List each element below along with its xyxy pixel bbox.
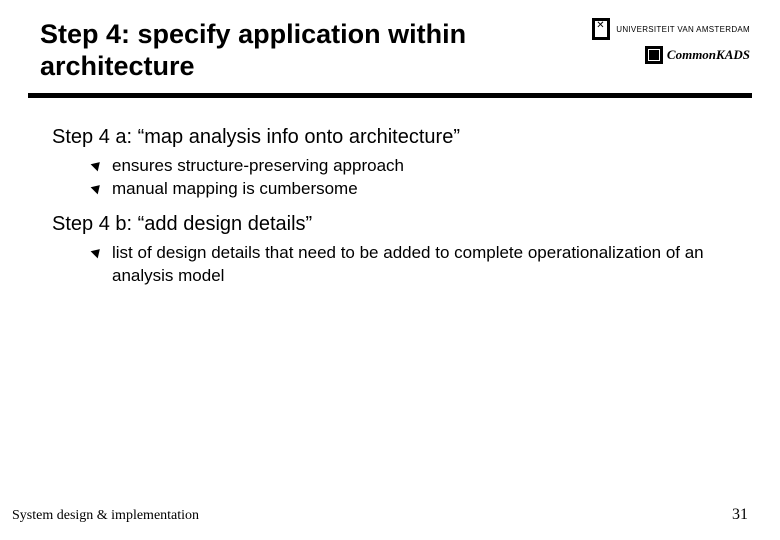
list-item: ensures structure-preserving approach xyxy=(92,155,740,178)
commonkads-icon xyxy=(645,46,663,64)
uva-shield-icon xyxy=(592,18,610,40)
commonkads-logo: CommonKADS xyxy=(560,46,750,64)
logo-block: UNIVERSITEIT VAN AMSTERDAM CommonKADS xyxy=(560,18,750,64)
slide: Step 4: specify application within archi… xyxy=(0,0,780,540)
list-item: manual mapping is cumbersome xyxy=(92,178,740,201)
page-number: 31 xyxy=(732,506,748,524)
slide-header: Step 4: specify application within archi… xyxy=(0,0,780,83)
slide-body: Step 4 a: “map analysis info onto archit… xyxy=(0,98,780,288)
slide-title: Step 4: specify application within archi… xyxy=(40,18,520,83)
step4b-heading: Step 4 b: “add design details” xyxy=(52,213,740,236)
footer-text: System design & implementation xyxy=(12,508,199,524)
uva-logo: UNIVERSITEIT VAN AMSTERDAM xyxy=(560,18,750,40)
list-item: list of design details that need to be a… xyxy=(92,242,740,288)
step4a-list: ensures structure-preserving approach ma… xyxy=(48,155,740,201)
slide-footer: System design & implementation 31 xyxy=(0,506,780,524)
step4a-heading: Step 4 a: “map analysis info onto archit… xyxy=(52,126,740,149)
commonkads-text: CommonKADS xyxy=(667,47,750,63)
step4b-list: list of design details that need to be a… xyxy=(48,242,740,288)
uva-logo-text: UNIVERSITEIT VAN AMSTERDAM xyxy=(616,25,750,34)
